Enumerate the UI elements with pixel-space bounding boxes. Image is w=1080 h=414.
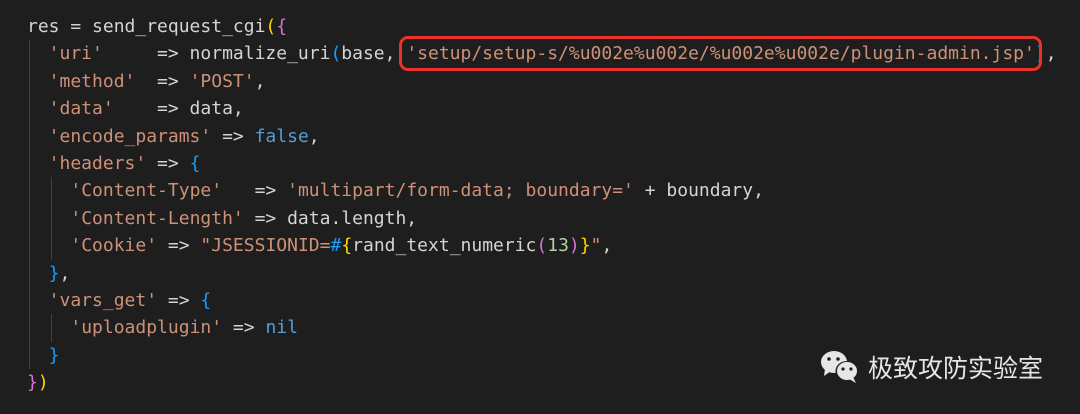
code-token: } [48, 262, 60, 284]
code-token: 'uri' [48, 43, 103, 65]
code-token: { [341, 235, 353, 257]
code-token: res = send_request_cgi [27, 16, 266, 37]
code-token: 'Content-Length' [70, 207, 244, 229]
code-token: ) [1034, 43, 1046, 65]
code-line: 'uri' => normalize_uri(base, 'setup/setu… [27, 36, 1057, 72]
code-token: ( [536, 235, 548, 257]
code-token: 'vars_get' [48, 289, 158, 311]
code-token: 'data' [48, 98, 114, 120]
code-token: 'Content-Type' [70, 180, 223, 202]
highlighted-uri-string: 'setup/setup-s/%u002e%u002e/%u002e%u002e… [399, 36, 1042, 72]
code-token: 13 [547, 235, 569, 257]
code-token: => [146, 152, 190, 174]
code-token: # [330, 235, 342, 257]
code-token: 'Cookie' [70, 235, 158, 257]
watermark: 极致攻防实验室 [820, 349, 1043, 385]
indent-guide [50, 177, 52, 260]
code-token: nil [265, 317, 298, 339]
code-token: , [308, 125, 320, 147]
code-token: => [135, 70, 190, 92]
code-token: 'uploadplugin' [70, 317, 223, 339]
indent-guide [50, 314, 52, 342]
code-editor[interactable]: res = send_request_cgi({'uri' => normali… [27, 13, 1057, 396]
wechat-icon [821, 351, 859, 383]
code-line: }, [27, 260, 1057, 287]
code-token: , [601, 235, 613, 257]
code-token: 'encode_params' [48, 125, 212, 147]
code-token: "JSESSIONID= [200, 235, 331, 257]
code-token: } [579, 235, 591, 257]
code-token: " [590, 235, 602, 257]
code-token: 'POST' [189, 70, 255, 92]
code-line: 'encode_params' => false, [27, 123, 1057, 150]
code-token: ) [37, 372, 49, 394]
code-token: 'headers' [48, 152, 147, 174]
code-line: 'Cookie' => "JSESSIONID=#{rand_text_nume… [27, 232, 1057, 259]
code-token: => [157, 235, 201, 257]
code-line: 'uploadplugin' => nil [27, 314, 1057, 341]
code-token: { [276, 16, 288, 37]
indent-guide [29, 40, 30, 370]
code-token: base, [341, 43, 407, 65]
code-line: 'data' => data, [27, 95, 1057, 122]
code-token: + boundary, [633, 180, 764, 202]
watermark-text: 极致攻防实验室 [868, 354, 1044, 383]
code-token: { [200, 289, 212, 311]
code-token: => [157, 289, 201, 311]
code-token: , [254, 70, 266, 92]
code-token: => data.length, [243, 207, 418, 229]
code-token: => data, [113, 98, 244, 120]
code-token: } [27, 372, 38, 394]
code-line: 'Content-Type' => 'multipart/form-data; … [27, 177, 1057, 204]
code-line: 'headers' => { [27, 150, 1057, 177]
code-token: } [48, 344, 60, 366]
code-token: 'multipart/form-data; boundary=' [287, 180, 634, 202]
code-token: false [254, 125, 309, 147]
code-line: 'Content-Length' => data.length, [27, 205, 1057, 232]
code-token: => [211, 125, 255, 147]
code-token: => [222, 180, 288, 202]
code-token: => normalize_uri [102, 43, 331, 65]
code-line: 'method' => 'POST', [27, 68, 1057, 95]
code-token: rand_text_numeric [352, 235, 537, 257]
code-token: ) [568, 235, 580, 257]
code-token: , [59, 262, 71, 284]
code-token: ( [265, 16, 277, 37]
code-token: ( [330, 43, 342, 65]
code-token: 'method' [48, 70, 136, 92]
code-line: res = send_request_cgi({ [27, 13, 1057, 40]
code-line: 'vars_get' => { [27, 287, 1057, 314]
code-token: { [189, 152, 201, 174]
code-token: , [1045, 43, 1057, 65]
code-token: => [222, 317, 266, 339]
